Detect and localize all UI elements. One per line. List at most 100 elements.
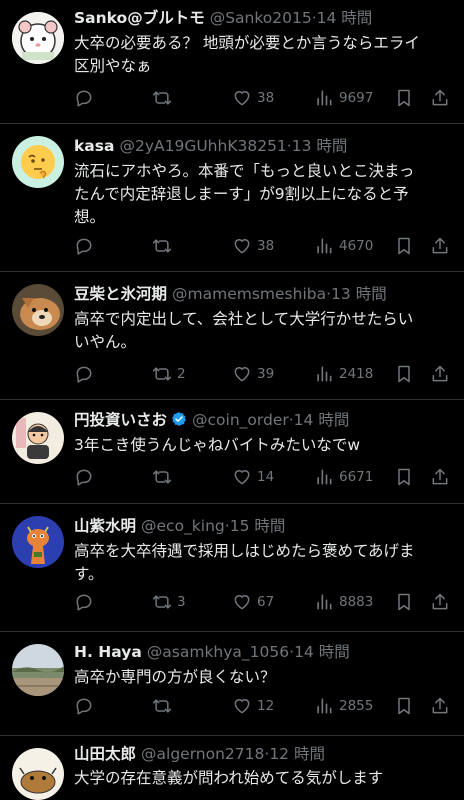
retweet-count: 3 [177, 594, 186, 610]
user-handle[interactable]: @algernon2718 [141, 745, 264, 763]
tweet[interactable]: 山紫水明 @eco_king·15 時間 高卒を大卒待遇で採用しはじめたら褒めてあ… [0, 504, 464, 632]
tweet[interactable]: H. Haya @asamkhya_1056·14 時間 高卒か専門の方が良くない… [0, 632, 464, 736]
user-handle[interactable]: @asamkhya_1056 [147, 643, 289, 661]
like-button[interactable]: 39 [232, 362, 274, 386]
tweet-header: H. Haya @asamkhya_1056·14 時間 [74, 642, 456, 662]
views-icon [317, 90, 332, 106]
like-count: 14 [257, 469, 275, 485]
avatar[interactable] [12, 412, 64, 464]
reply-button[interactable] [74, 234, 99, 258]
like-button[interactable]: 67 [232, 590, 274, 614]
views-button[interactable]: 2418 [314, 362, 373, 386]
avatar[interactable] [12, 644, 64, 696]
user-handle[interactable]: @Sanko2015 [210, 9, 312, 27]
retweet-button[interactable] [152, 234, 177, 258]
avatar[interactable] [12, 136, 64, 188]
bookmark-icon [398, 237, 410, 255]
bookmark-button[interactable] [394, 590, 414, 614]
like-button[interactable]: 38 [232, 86, 274, 110]
retweet-button[interactable]: 3 [152, 590, 186, 614]
views-button[interactable]: 6671 [314, 465, 373, 489]
views-button[interactable]: 4670 [314, 234, 373, 258]
share-button[interactable] [430, 590, 450, 614]
user-handle[interactable]: @mamemsmeshiba [172, 285, 326, 303]
display-name[interactable]: 円投資いさお [74, 411, 167, 429]
timestamp[interactable]: 12 時間 [269, 745, 325, 763]
tweet-feed: Sanko@ブルトモ @Sanko2015·14 時間 大卒の必要ある？ 地頭が必… [0, 0, 464, 800]
timestamp[interactable]: 15 時間 [230, 517, 286, 535]
tweet[interactable]: 豆柴と氷河期 @mamemsmeshiba·13 時間 高卒で内定出して、会社とし… [0, 272, 464, 400]
retweet-button[interactable] [152, 465, 177, 489]
avatar[interactable] [12, 516, 64, 568]
share-button[interactable] [430, 234, 450, 258]
display-name[interactable]: H. Haya [74, 643, 142, 661]
share-icon [432, 593, 448, 610]
share-icon [432, 697, 448, 714]
action-bar: 38 9697 [74, 86, 454, 110]
bookmark-icon [398, 697, 410, 715]
tweet-text-line: 3年こき使うんじゃねバイトみたいなでw [74, 436, 361, 454]
share-button[interactable] [430, 86, 450, 110]
views-icon [317, 594, 332, 610]
timestamp[interactable]: 14 時間 [317, 9, 373, 27]
display-name[interactable]: 山田太郎 [74, 745, 136, 763]
reply-button[interactable] [74, 590, 99, 614]
reply-button[interactable] [74, 86, 99, 110]
like-icon [234, 595, 250, 610]
bookmark-button[interactable] [394, 234, 414, 258]
timestamp[interactable]: 14 時間 [294, 411, 350, 429]
user-handle[interactable]: @coin_order [192, 411, 289, 429]
reply-icon [76, 594, 92, 611]
views-icon [317, 698, 332, 714]
retweet-icon [152, 595, 172, 609]
avatar[interactable] [12, 12, 64, 64]
bookmark-icon [398, 468, 410, 486]
views-count: 2418 [339, 366, 374, 382]
like-button[interactable]: 38 [232, 234, 274, 258]
tweet[interactable]: kasa @2yA19GUhhK38251·13 時間 流石にアホやろ。本番で「も… [0, 124, 464, 272]
share-button[interactable] [430, 694, 450, 718]
like-button[interactable]: 12 [232, 694, 274, 718]
views-button[interactable]: 2855 [314, 694, 373, 718]
share-button[interactable] [430, 465, 450, 489]
retweet-icon [152, 699, 172, 713]
tweet[interactable]: Sanko@ブルトモ @Sanko2015·14 時間 大卒の必要ある？ 地頭が必… [0, 0, 464, 124]
retweet-icon [152, 239, 172, 253]
tweet[interactable]: 円投資いさお @coin_order·14 時間 3年こき使うんじゃねバイトみたい… [0, 400, 464, 504]
share-icon [432, 365, 448, 382]
like-count: 38 [257, 90, 275, 106]
tweet[interactable]: 山田太郎 @algernon2718·12 時間 大学の存在意義が問われ始めてる気… [0, 736, 464, 800]
timestamp[interactable]: 14 時間 [294, 643, 350, 661]
views-count: 8883 [339, 594, 374, 610]
like-button[interactable]: 14 [232, 465, 274, 489]
like-icon [234, 367, 250, 382]
timestamp[interactable]: 13 時間 [331, 285, 387, 303]
retweet-button[interactable]: 2 [152, 362, 186, 386]
display-name[interactable]: 山紫水明 [74, 517, 136, 535]
retweet-button[interactable] [152, 694, 177, 718]
bookmark-button[interactable] [394, 694, 414, 718]
reply-button[interactable] [74, 362, 99, 386]
reply-button[interactable] [74, 694, 99, 718]
views-button[interactable]: 9697 [314, 86, 373, 110]
reply-button[interactable] [74, 465, 99, 489]
avatar[interactable] [12, 748, 64, 800]
display-name[interactable]: 豆柴と氷河期 [74, 285, 167, 303]
bookmark-button[interactable] [394, 86, 414, 110]
avatar[interactable] [12, 284, 64, 336]
retweet-button[interactable] [152, 86, 177, 110]
share-icon [432, 89, 448, 106]
share-icon [432, 237, 448, 254]
user-handle[interactable]: @2yA19GUhhK38251 [119, 137, 286, 155]
user-handle[interactable]: @eco_king [141, 517, 225, 535]
display-name[interactable]: kasa [74, 137, 114, 155]
share-button[interactable] [430, 362, 450, 386]
views-button[interactable]: 8883 [314, 590, 373, 614]
display-name[interactable]: Sanko@ブルトモ [74, 9, 205, 27]
views-count: 6671 [339, 469, 374, 485]
action-bar: 14 6671 [74, 465, 454, 489]
bookmark-icon [398, 593, 410, 611]
bookmark-button[interactable] [394, 362, 414, 386]
bookmark-button[interactable] [394, 465, 414, 489]
timestamp[interactable]: 13 時間 [292, 137, 348, 155]
